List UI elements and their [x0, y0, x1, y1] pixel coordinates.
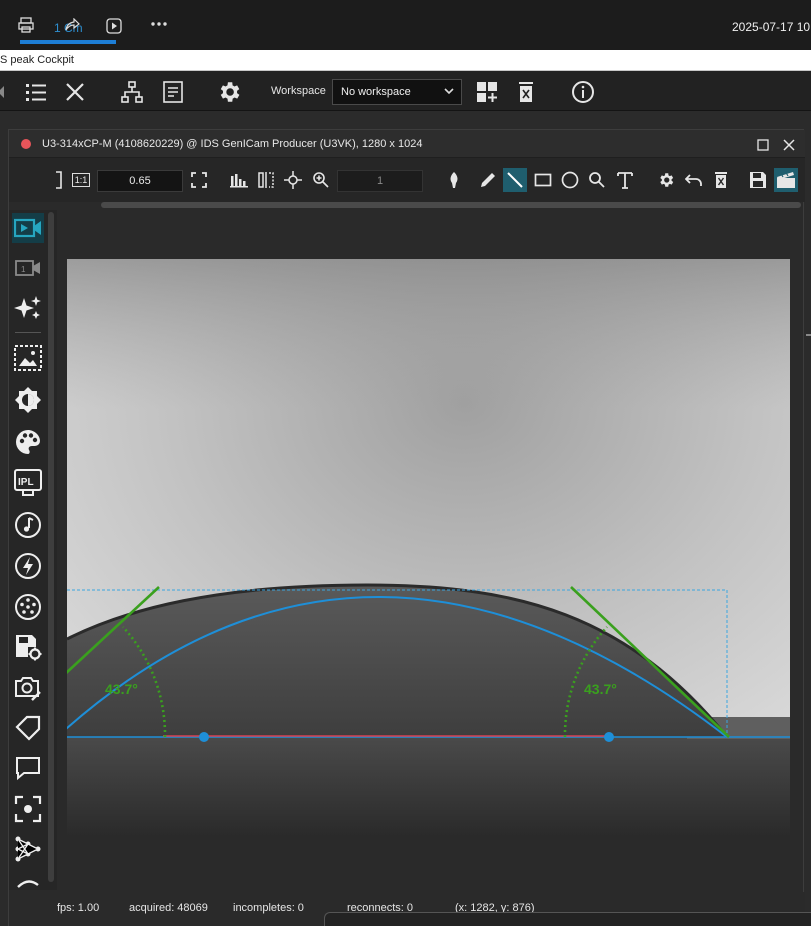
- camera-settings-icon[interactable]: [12, 673, 44, 703]
- camera-image-canvas[interactable]: 43.7° 43.7°: [67, 259, 790, 837]
- camera-active-icon[interactable]: [12, 213, 44, 243]
- angle-label-left: 43.7°: [105, 681, 138, 697]
- status-incompletes: incompletes: 0: [233, 902, 304, 914]
- pencil-icon[interactable]: [476, 168, 500, 192]
- maximize-icon[interactable]: [757, 138, 769, 156]
- chevron-down-icon: [443, 84, 455, 101]
- svg-text:IPL: IPL: [18, 477, 34, 488]
- right-edge-marker: [806, 334, 811, 336]
- play-window-icon[interactable]: [106, 18, 122, 39]
- workspace-select[interactable]: No workspace: [332, 79, 462, 105]
- trash-icon[interactable]: [513, 79, 539, 105]
- status-fps: fps: 1.00: [57, 902, 100, 914]
- baseline-handle-right[interactable]: [604, 732, 614, 742]
- camera-viewer-window: U3-314xCP-M (4108620229) @ IDS GenICam P…: [8, 129, 805, 926]
- lightning-icon[interactable]: [12, 551, 44, 581]
- text-tool-icon[interactable]: [613, 168, 637, 192]
- wave-icon[interactable]: [12, 874, 44, 890]
- info-icon[interactable]: [570, 79, 596, 105]
- palette-icon[interactable]: [12, 427, 44, 457]
- record-icon[interactable]: [774, 168, 798, 192]
- status-dot-icon: [21, 139, 31, 149]
- save-icon[interactable]: [746, 168, 770, 192]
- zoom-in-icon[interactable]: [309, 168, 333, 192]
- network-graph-icon[interactable]: [12, 834, 44, 864]
- mirror-icon[interactable]: [254, 168, 278, 192]
- app-title-bar: S peak Cockpit: [0, 50, 811, 71]
- comment-icon[interactable]: [12, 753, 44, 783]
- baseline-handle-left[interactable]: [199, 732, 209, 742]
- workspace-select-value: No workspace: [341, 86, 411, 98]
- workspace-label: Workspace: [271, 85, 326, 97]
- list-icon[interactable]: [23, 79, 49, 105]
- os-taskbar: 1 Cm 2025-07-17 10: [0, 0, 811, 50]
- bottom-panel-edge: [324, 912, 811, 926]
- roi-icon[interactable]: [12, 343, 44, 373]
- os-clock: 2025-07-17 10: [732, 20, 811, 34]
- app-root: 1 Cm 2025-07-17 10 S peak Cockpit Worksp…: [0, 0, 811, 926]
- music-note-icon[interactable]: [12, 510, 44, 540]
- sidebar-scrollbar[interactable]: [48, 212, 54, 882]
- histogram-icon[interactable]: [227, 168, 251, 192]
- camera-icon[interactable]: 1: [12, 253, 44, 283]
- share-icon[interactable]: [64, 17, 80, 37]
- sparkle-icon[interactable]: [12, 293, 44, 323]
- os-tab-underline: [20, 40, 116, 44]
- viewer-title: U3-314xCP-M (4108620229) @ IDS GenICam P…: [42, 138, 423, 150]
- angle-label-right: 43.7°: [584, 681, 617, 697]
- one-to-one-label: 1:1: [71, 173, 91, 187]
- zoom-input[interactable]: 0.65: [97, 170, 183, 192]
- network-icon[interactable]: [119, 79, 145, 105]
- fit-icon[interactable]: [53, 168, 67, 192]
- dots-circle-icon[interactable]: [12, 592, 44, 622]
- circle-tool-icon[interactable]: [558, 168, 582, 192]
- camera-image-svg: 43.7° 43.7°: [67, 259, 790, 837]
- viewer-titlebar: U3-314xCP-M (4108620229) @ IDS GenICam P…: [9, 130, 805, 158]
- svg-text:1: 1: [21, 265, 26, 274]
- more-icon[interactable]: [150, 16, 168, 37]
- left-sidebar: 1 IPL: [9, 210, 57, 890]
- status-acquired: acquired: 48069: [129, 902, 208, 914]
- tool-settings-icon[interactable]: [654, 168, 678, 192]
- one-to-one-button[interactable]: 1:1: [69, 168, 93, 192]
- save-settings-icon[interactable]: [12, 632, 44, 662]
- line-tool-icon[interactable]: [503, 168, 527, 192]
- document-icon[interactable]: [160, 79, 186, 105]
- focus-icon[interactable]: [12, 794, 44, 824]
- close-icon[interactable]: [62, 79, 88, 105]
- delete-annotation-icon[interactable]: [709, 168, 733, 192]
- printer-icon[interactable]: [18, 17, 34, 38]
- close-window-icon[interactable]: [783, 138, 795, 156]
- add-grid-icon[interactable]: [474, 79, 500, 105]
- pipette-icon[interactable]: [442, 168, 466, 192]
- horizontal-scrollbar[interactable]: [101, 202, 801, 208]
- crosshair-icon[interactable]: [281, 168, 305, 192]
- sidebar-divider: [15, 332, 41, 333]
- play-back-icon[interactable]: [0, 79, 8, 105]
- ipl-icon[interactable]: IPL: [12, 468, 44, 498]
- undo-icon[interactable]: [682, 168, 706, 192]
- brightness-icon[interactable]: [12, 385, 44, 415]
- image-top-shade: [67, 259, 790, 559]
- fullscreen-icon[interactable]: [187, 168, 211, 192]
- tag-icon[interactable]: [12, 713, 44, 743]
- image-toolbar: 1:1 0.65 1: [9, 158, 805, 202]
- app-title: S peak Cockpit: [0, 54, 74, 66]
- main-toolbar: Workspace No workspace: [0, 71, 811, 111]
- page-input[interactable]: 1: [337, 170, 423, 192]
- gear-icon[interactable]: [216, 79, 242, 105]
- rectangle-tool-icon[interactable]: [531, 168, 555, 192]
- image-floor: [67, 737, 790, 837]
- magnify-tool-icon[interactable]: [585, 168, 609, 192]
